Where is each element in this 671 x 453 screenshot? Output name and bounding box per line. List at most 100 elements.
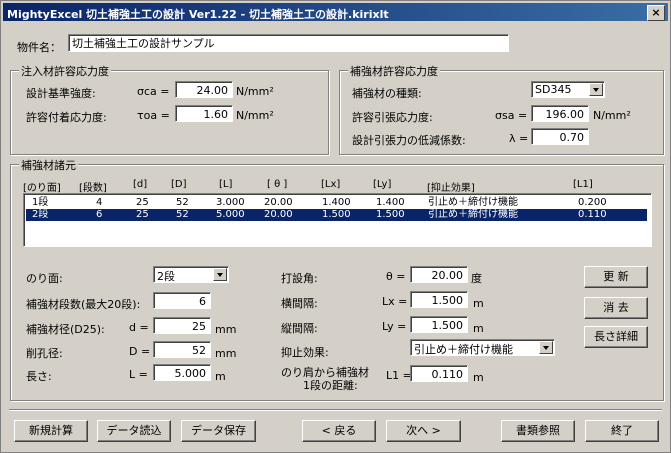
cell-count: 4 (96, 197, 103, 208)
tensile-stress-symbol: σsa = (495, 109, 528, 122)
steel-type-value: SD345 (535, 83, 572, 96)
slope-label: のり面: (26, 272, 63, 285)
cell-L: 3.000 (216, 197, 245, 208)
diameter-input[interactable]: 25 (153, 317, 211, 334)
design-strength-label: 設計基準強度: (26, 87, 96, 100)
bond-stress-symbol: τoa = (137, 109, 170, 122)
cell-slope: 1段 (32, 197, 49, 208)
h-spacing-label: 横間隔: (281, 297, 318, 310)
v-spacing-input[interactable]: 1.500 (410, 316, 468, 333)
h-spacing-unit: m (473, 297, 484, 310)
tensile-stress-label: 許容引張応力度: (352, 111, 433, 124)
cell-d: 25 (136, 197, 149, 208)
h-spacing-symbol: Lx = (382, 295, 408, 308)
length-detail-button[interactable]: 長さ詳細 (584, 326, 648, 348)
distance-input[interactable]: 0.110 (410, 365, 468, 382)
col-d: [d] (133, 179, 148, 190)
cell-L: 5.000 (216, 209, 245, 220)
cell-l1: 0.110 (578, 209, 607, 220)
diameter-symbol: d = (129, 321, 149, 334)
cell-lx: 1.500 (322, 209, 351, 220)
specs-header: [のり面] [段数] [d] [D] [L] [ θ ] [Lx] [Ly] [… (23, 179, 650, 194)
cell-ly: 1.400 (376, 197, 405, 208)
title-bar: MightyExcel 切土補強土工の設計 Ver1.22 - 切土補強土工の設… (3, 3, 668, 21)
property-name-label: 物件名： (17, 41, 61, 54)
diameter-unit: mm (215, 323, 237, 336)
hole-label: 削孔径: (26, 347, 63, 360)
close-button[interactable]: × (647, 5, 665, 21)
steel-type-label: 補強材の種類: (352, 87, 422, 100)
cell-ly: 1.500 (376, 209, 405, 220)
col-count: [段数] (79, 183, 107, 194)
length-input[interactable]: 5.000 (153, 364, 211, 381)
specs-group-caption: 補強材諸元 (19, 157, 78, 173)
v-spacing-symbol: Ly = (382, 320, 407, 333)
specs-list[interactable]: 1段 4 25 52 3.000 20.00 1.400 1.400 引止め＋締… (23, 193, 652, 247)
col-effect: [抑止効果] (427, 183, 475, 194)
angle-symbol: θ = (386, 270, 406, 283)
footer-divider (9, 409, 662, 411)
distance-symbol: L1 = (386, 369, 412, 382)
cell-l1: 0.200 (578, 197, 607, 208)
col-D: [D] (171, 179, 187, 190)
hole-symbol: D = (129, 345, 151, 358)
cell-effect: 引止め＋締付け機能 (428, 209, 518, 220)
cell-D: 52 (176, 209, 189, 220)
col-ly: [Ly] (373, 179, 392, 190)
back-button[interactable]: < 戻る (302, 420, 376, 442)
documents-button[interactable]: 書類参照 (501, 420, 575, 442)
bond-stress-unit: N/mm² (236, 109, 274, 122)
reduction-factor-symbol: λ = (509, 132, 529, 145)
slope-value: 2段 (157, 270, 175, 283)
new-calc-button[interactable]: 新規計算 (14, 420, 88, 442)
load-data-button[interactable]: データ読込 (97, 420, 171, 442)
hole-input[interactable]: 52 (153, 341, 211, 358)
hole-unit: mm (215, 347, 237, 360)
next-button[interactable]: 次へ > (386, 420, 461, 442)
window-title: MightyExcel 切土補強土工の設計 Ver1.22 - 切土補強土工の設… (7, 8, 389, 21)
length-unit: m (215, 370, 226, 383)
length-symbol: L = (129, 368, 148, 381)
chevron-down-icon[interactable] (539, 341, 553, 354)
cell-theta: 20.00 (264, 197, 293, 208)
diameter-label: 補強材径(D25): (26, 323, 105, 336)
cell-theta: 20.00 (264, 209, 293, 220)
steel-type-select[interactable]: SD345 (531, 81, 605, 98)
exit-button[interactable]: 終了 (585, 420, 659, 442)
reduction-factor-label: 設計引張力の低減係数: (352, 134, 466, 147)
property-name-input[interactable]: 切土補強土工の設計サンプル (68, 34, 509, 52)
cell-d: 25 (136, 209, 149, 220)
bond-stress-input[interactable]: 1.60 (175, 105, 233, 122)
list-item[interactable]: 1段 4 25 52 3.000 20.00 1.400 1.400 引止め＋締… (26, 197, 647, 209)
design-strength-symbol: σca = (137, 85, 170, 98)
reduction-factor-input[interactable]: 0.70 (531, 128, 589, 145)
tensile-stress-unit: N/mm² (593, 109, 631, 122)
angle-label: 打設角: (281, 272, 318, 285)
angle-input[interactable]: 20.00 (410, 266, 468, 283)
effect-label: 抑止効果: (281, 346, 329, 359)
list-item[interactable]: 2段 6 25 52 5.000 20.00 1.500 1.500 引止め＋締… (26, 209, 647, 221)
v-spacing-unit: m (473, 322, 484, 335)
cell-slope: 2段 (32, 209, 49, 220)
grout-group-caption: 注入材許容応力度 (19, 63, 111, 79)
count-label: 補強材段数(最大20段): (26, 298, 141, 311)
col-l1: [L1] (573, 179, 593, 190)
slope-select[interactable]: 2段 (153, 266, 229, 283)
chevron-down-icon[interactable] (589, 83, 603, 96)
tensile-stress-input[interactable]: 196.00 (531, 105, 589, 122)
cell-lx: 1.400 (322, 197, 351, 208)
delete-button[interactable]: 消 去 (584, 297, 648, 319)
v-spacing-label: 縦間隔: (281, 322, 318, 335)
col-lx: [Lx] (321, 179, 341, 190)
cell-effect: 引止め＋締付け機能 (428, 197, 518, 208)
count-input[interactable]: 6 (153, 292, 211, 309)
design-strength-unit: N/mm² (236, 85, 274, 98)
chevron-down-icon[interactable] (213, 268, 227, 281)
update-button[interactable]: 更 新 (584, 266, 648, 288)
h-spacing-input[interactable]: 1.500 (410, 291, 468, 308)
save-data-button[interactable]: データ保存 (181, 420, 256, 442)
effect-select[interactable]: 引止め＋締付け機能 (410, 339, 555, 356)
col-theta: [ θ ] (267, 179, 288, 190)
effect-value: 引止め＋締付け機能 (414, 343, 513, 356)
design-strength-input[interactable]: 24.00 (175, 81, 233, 98)
